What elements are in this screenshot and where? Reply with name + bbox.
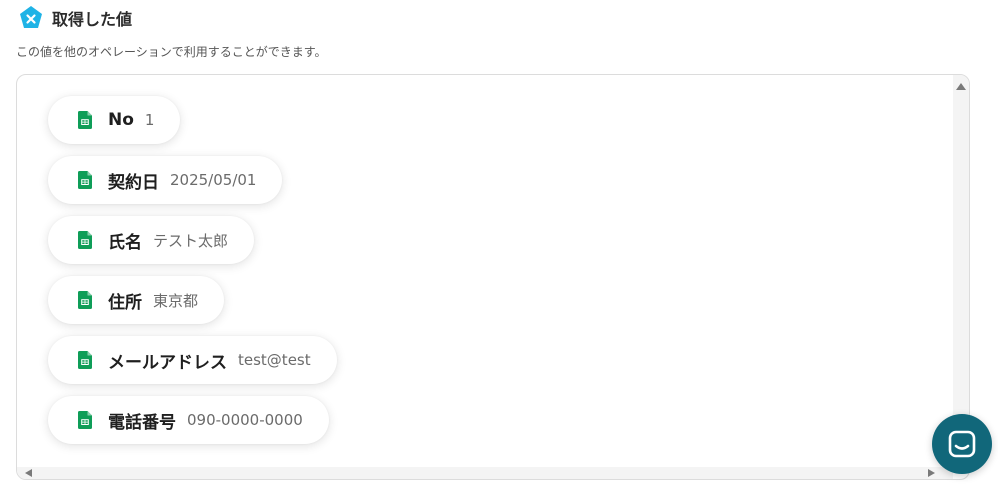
- field-label: 氏名: [108, 232, 142, 253]
- field-label: 住所: [108, 292, 142, 313]
- yoom-logo-icon: [20, 6, 42, 28]
- field-value: 1: [144, 111, 155, 129]
- field-value: テスト太郎: [153, 231, 229, 250]
- values-panel: No 1 契約日 2025/05/01 氏名 テスト太郎 住所 東京都 メールア…: [16, 74, 970, 480]
- value-chip-name[interactable]: 氏名 テスト太郎: [48, 216, 255, 264]
- google-sheets-icon: [78, 351, 92, 369]
- section-description: この値を他のオペレーションで利用することができます。: [16, 45, 327, 59]
- section-title: 取得した値: [52, 10, 133, 29]
- value-chip-email[interactable]: メールアドレス test@test: [48, 336, 337, 384]
- section-header: 取得した値: [18, 5, 132, 31]
- value-chip-phone[interactable]: 電話番号 090-0000-0000: [48, 396, 329, 444]
- field-value: 090-0000-0000: [187, 411, 303, 429]
- value-chip-no[interactable]: No 1: [48, 96, 181, 144]
- field-label: No: [108, 110, 134, 130]
- google-sheets-icon: [78, 111, 92, 129]
- chat-icon: [948, 430, 976, 458]
- field-value: 東京都: [153, 291, 199, 310]
- vertical-scrollbar[interactable]: [953, 75, 969, 467]
- field-label: 契約日: [108, 172, 159, 193]
- google-sheets-icon: [78, 291, 92, 309]
- field-label: メールアドレス: [108, 352, 227, 373]
- field-value: test@test: [238, 351, 311, 369]
- value-chip-address[interactable]: 住所 東京都: [48, 276, 225, 324]
- horizontal-scrollbar[interactable]: [17, 467, 953, 479]
- chat-button[interactable]: [932, 414, 992, 474]
- field-value: 2025/05/01: [170, 171, 257, 189]
- google-sheets-icon: [78, 231, 92, 249]
- google-sheets-icon: [78, 171, 92, 189]
- value-chip-contract-date[interactable]: 契約日 2025/05/01: [48, 156, 283, 204]
- scroll-left-arrow-icon[interactable]: [25, 469, 32, 477]
- google-sheets-icon: [78, 411, 92, 429]
- field-label: 電話番号: [108, 412, 176, 433]
- scroll-right-arrow-icon[interactable]: [928, 469, 935, 477]
- scroll-up-arrow-icon[interactable]: [956, 83, 966, 90]
